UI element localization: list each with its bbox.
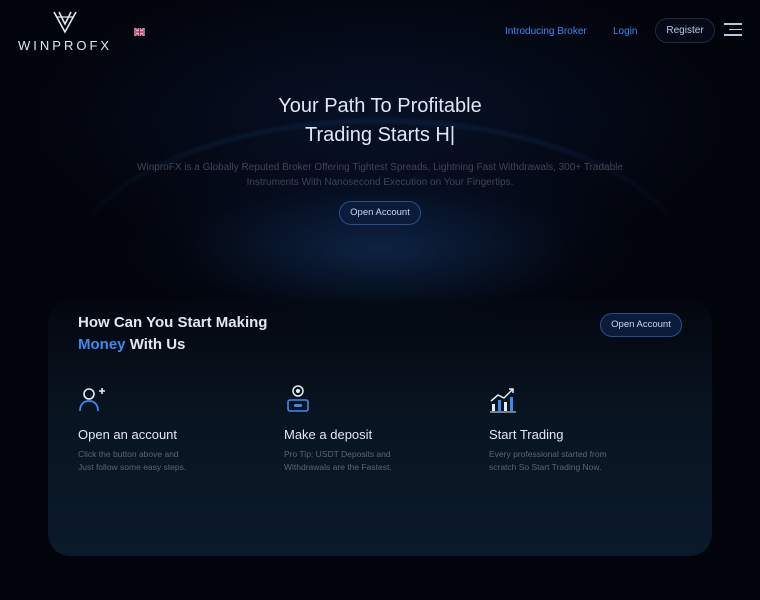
step-title: Make a deposit: [284, 427, 373, 442]
menu-icon[interactable]: [724, 23, 742, 39]
steps-title-part1: How Can You Start Making: [78, 314, 268, 331]
steps-title: How Can You Start Making Money With Us: [78, 312, 338, 356]
hero-subtitle: WinproFX is a Globally Reputed Broker Of…: [137, 162, 623, 188]
hero-title-line2: Trading Starts H|: [304, 124, 456, 146]
step-desc: Every professional started from scratch …: [489, 449, 607, 472]
nav-login[interactable]: Login: [613, 26, 637, 37]
site-header: WINPROFX Introducing Broker Login Regist…: [0, 0, 760, 62]
step-open-account: Open an account Click the button above a…: [78, 385, 228, 473]
hero-title: Your Path To Profitable Trading Starts H…: [0, 92, 760, 150]
chart-icon: [490, 388, 516, 413]
steps-title-highlight: Money: [78, 336, 126, 353]
hero-title-line1: Your Path To Profitable: [278, 95, 482, 117]
steps-title-part2: With Us: [129, 336, 186, 353]
logo[interactable]: WINPROFX: [18, 10, 118, 54]
deposit-icon: [287, 385, 309, 412]
step-desc: Pro Tip: USDT Deposits and Withdrawals a…: [284, 449, 392, 472]
hero-open-account-button[interactable]: Open Account: [339, 201, 421, 225]
register-button[interactable]: Register: [655, 18, 715, 43]
step-start-trading: Start Trading Every professional started…: [489, 385, 639, 473]
nav-introducing-broker[interactable]: Introducing Broker: [505, 26, 587, 37]
uk-flag-icon[interactable]: [134, 28, 145, 36]
logo-text: WINPROFX: [18, 38, 113, 53]
steps-open-account-button[interactable]: Open Account: [600, 313, 682, 337]
step-title: Start Trading: [489, 427, 564, 442]
add-user-icon: [79, 388, 105, 412]
step-title: Open an account: [78, 427, 178, 442]
logo-icon: [53, 11, 77, 34]
step-make-deposit: Make a deposit Pro Tip: USDT Deposits an…: [284, 385, 434, 473]
step-desc: Click the button above and Just follow s…: [78, 449, 187, 472]
